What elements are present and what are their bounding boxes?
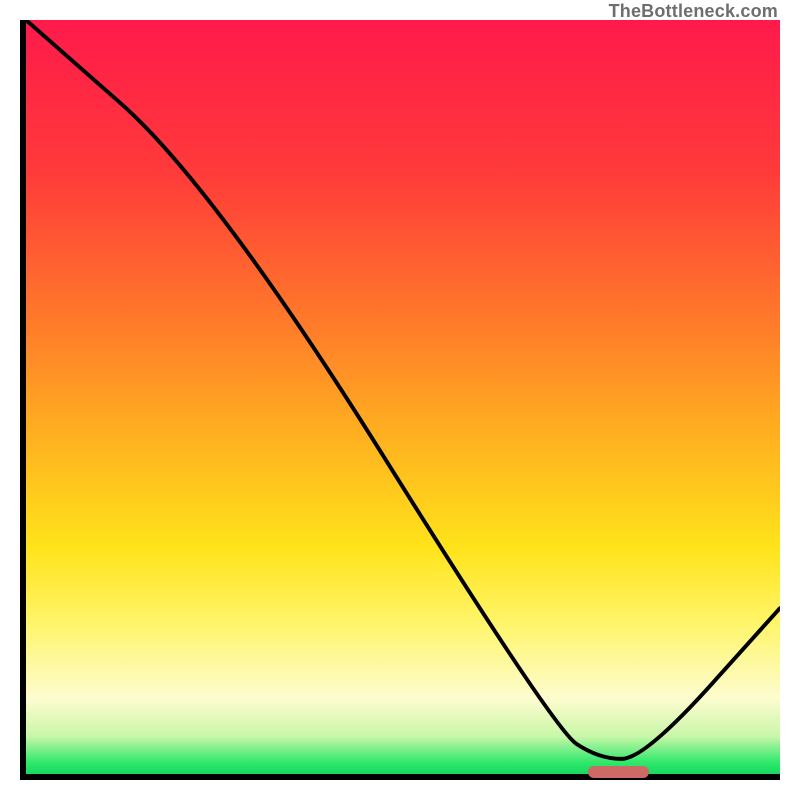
curve-svg bbox=[26, 20, 780, 774]
plot-area bbox=[20, 20, 780, 780]
chart-frame: TheBottleneck.com bbox=[0, 0, 800, 800]
watermark-text: TheBottleneck.com bbox=[609, 2, 778, 20]
optimal-marker bbox=[588, 766, 649, 778]
series-curve bbox=[26, 20, 780, 759]
